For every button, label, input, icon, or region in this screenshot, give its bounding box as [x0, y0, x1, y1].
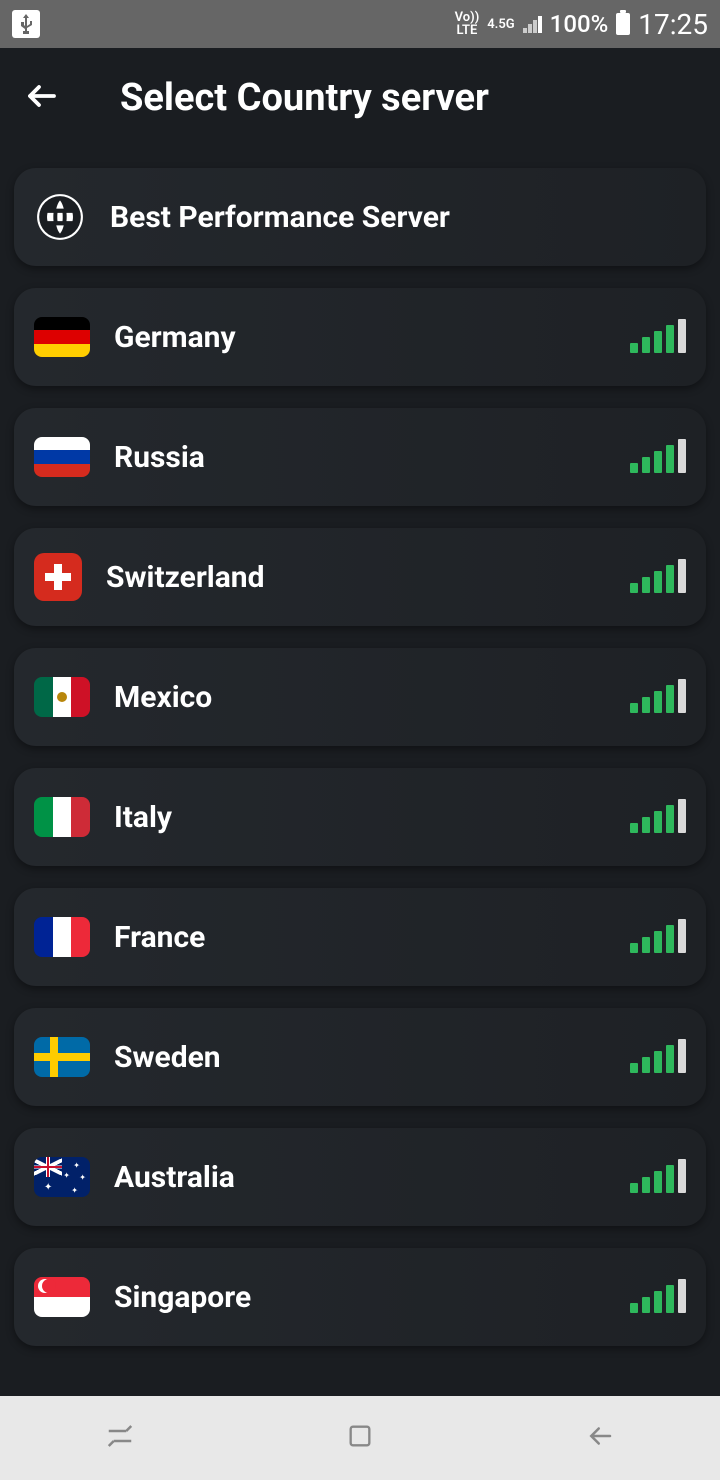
- status-bar: Vo)) LTE 4.5G 100% 17:25: [0, 0, 720, 48]
- system-nav-bar: [0, 1396, 720, 1480]
- server-label: Italy: [114, 800, 630, 835]
- flag-australia-icon: ✦ ✦ ✦ ✦ ✦: [34, 1157, 90, 1197]
- server-list: Best Performance Server Germany Russia S…: [0, 168, 720, 1346]
- server-item-australia[interactable]: ✦ ✦ ✦ ✦ ✦ Australia: [14, 1128, 706, 1226]
- flag-singapore-icon: [34, 1277, 90, 1317]
- server-label: France: [114, 920, 630, 955]
- signal-strength-icon: [630, 1161, 686, 1193]
- server-label: Germany: [114, 320, 630, 355]
- server-item-mexico[interactable]: Mexico: [14, 648, 706, 746]
- server-item-italy[interactable]: Italy: [14, 768, 706, 866]
- clock: 17:25: [638, 8, 708, 41]
- server-item-germany[interactable]: Germany: [14, 288, 706, 386]
- flag-sweden-icon: [34, 1037, 90, 1077]
- server-item-france[interactable]: France: [14, 888, 706, 986]
- recents-button[interactable]: [105, 1421, 135, 1455]
- server-label: Best Performance Server: [110, 200, 686, 235]
- signal-strength-icon: [630, 441, 686, 473]
- server-label: Sweden: [114, 1040, 630, 1075]
- home-button[interactable]: [346, 1422, 374, 1454]
- usb-icon: [12, 10, 40, 38]
- flag-mexico-icon: [34, 677, 90, 717]
- server-label: Australia: [114, 1160, 630, 1195]
- network-type-indicator: 4.5G: [487, 18, 514, 31]
- volte-indicator: Vo)) LTE: [455, 11, 480, 37]
- signal-strength-icon: [630, 801, 686, 833]
- signal-strength-icon: [630, 1041, 686, 1073]
- battery-icon: [616, 13, 630, 35]
- signal-strength-icon: [630, 561, 686, 593]
- battery-percentage: 100%: [550, 10, 609, 38]
- back-nav-button[interactable]: [585, 1421, 615, 1455]
- flag-russia-icon: [34, 437, 90, 477]
- flag-switzerland-icon: [34, 553, 82, 601]
- server-item-switzerland[interactable]: Switzerland: [14, 528, 706, 626]
- signal-strength-icon: [630, 321, 686, 353]
- header: Select Country server: [0, 48, 720, 148]
- page-title: Select Country server: [120, 76, 489, 120]
- signal-strength-icon: [630, 1281, 686, 1313]
- server-label: Singapore: [114, 1280, 630, 1315]
- server-item-singapore[interactable]: Singapore: [14, 1248, 706, 1346]
- globe-icon: [34, 191, 86, 243]
- signal-strength-icon: [630, 681, 686, 713]
- flag-france-icon: [34, 917, 90, 957]
- flag-germany-icon: [34, 317, 90, 357]
- flag-italy-icon: [34, 797, 90, 837]
- server-item-sweden[interactable]: Sweden: [14, 1008, 706, 1106]
- back-button[interactable]: [24, 78, 60, 118]
- server-label: Russia: [114, 440, 630, 475]
- server-label: Switzerland: [106, 560, 630, 595]
- signal-strength-icon: [630, 921, 686, 953]
- server-item-best[interactable]: Best Performance Server: [14, 168, 706, 266]
- server-label: Mexico: [114, 680, 630, 715]
- cell-signal-icon: [523, 15, 542, 33]
- server-item-russia[interactable]: Russia: [14, 408, 706, 506]
